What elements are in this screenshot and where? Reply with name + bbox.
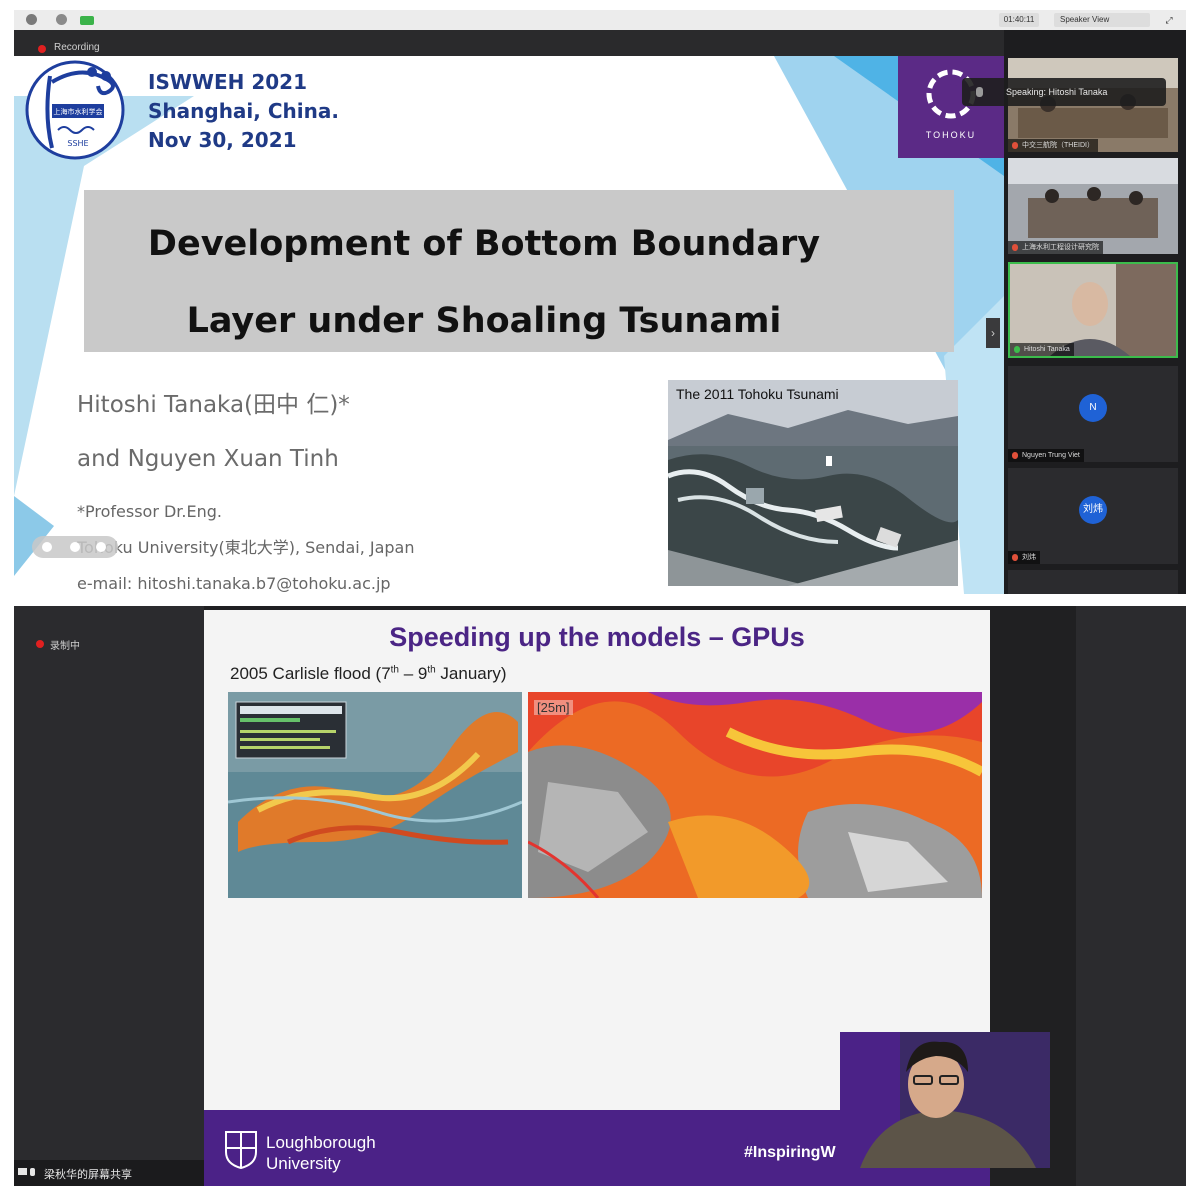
affiliation-email: e-mail: hitoshi.tanaka.b7@tohoku.ac.jp	[77, 574, 391, 593]
participant-tile[interactable]	[1008, 570, 1178, 594]
participant-tile-active-speaker[interactable]: Hitoshi Tanaka	[1008, 262, 1178, 358]
mic-muted-icon	[1012, 142, 1018, 149]
pointer-icon[interactable]	[70, 542, 80, 552]
conference-info: ISWWEH 2021 Shanghai, China. Nov 30, 202…	[148, 68, 339, 155]
mic-muted-icon	[1012, 244, 1018, 251]
participant-tile[interactable]: 上海水利工程设计研究院	[1008, 158, 1178, 254]
tohoku-logo-text: TOHOKU	[925, 130, 977, 140]
presenter-video	[840, 1032, 1050, 1168]
zoom-meeting-window: 01:40:11 Speaker View ⤢ Recording 上海市水利学…	[14, 10, 1186, 594]
mic-active-icon	[1014, 346, 1020, 353]
recording-icon	[38, 45, 46, 53]
right-margin	[1076, 606, 1186, 1186]
affiliation: *Professor Dr.Eng. Tohoku University(東北大…	[77, 494, 415, 594]
conference-location: Shanghai, China.	[148, 99, 339, 123]
recording-label: Recording	[54, 42, 100, 53]
pen-icon[interactable]	[42, 542, 52, 552]
participant-name: 刘炜	[1022, 554, 1036, 561]
speaking-text: Speaking: Hitoshi Tanaka	[1006, 87, 1108, 97]
left-margin	[14, 606, 204, 1186]
author-1: Hitoshi Tanaka(田中 仁)*	[77, 392, 350, 418]
share-status-icon	[18, 1168, 35, 1176]
conference-date: Nov 30, 2021	[148, 128, 297, 152]
tsunami-scene	[668, 380, 958, 586]
collapse-panel-icon[interactable]: ›	[986, 318, 1000, 348]
recording-icon	[36, 640, 44, 648]
participant-tile[interactable]: N Nguyen Trung Viet	[1008, 366, 1178, 462]
slide-title-line-2: Layer under Shoaling Tsunami	[186, 301, 782, 341]
shared-slide: 上海市水利学会 SSHE ISWWEH 2021 Shanghai, China…	[14, 56, 1004, 594]
participant-tile[interactable]: 刘炜 刘炜	[1008, 468, 1178, 564]
avatar: 刘炜	[1079, 496, 1107, 524]
slide-title: Speeding up the models – GPUs	[389, 622, 805, 652]
conference-name: ISWWEH 2021	[148, 70, 307, 94]
affiliation-title: *Professor Dr.Eng.	[77, 502, 222, 521]
view-mode-button[interactable]: Speaker View	[1054, 13, 1150, 27]
ssie-logo-abbr: SSHE	[67, 139, 88, 148]
photo-caption: The 2011 Tohoku Tsunami	[676, 386, 839, 402]
meeting-toolbar: 01:40:11 Speaker View ⤢	[14, 10, 1186, 30]
fullscreen-icon[interactable]: ⤢	[1162, 13, 1176, 27]
network-status-icon[interactable]	[80, 16, 94, 25]
meeting-timer: 01:40:11	[999, 13, 1039, 27]
slide-title-line-1: Development of Bottom Boundary	[147, 224, 821, 264]
university-name: Loughborough University	[266, 1133, 376, 1173]
participant-name: Hitoshi Tanaka	[1024, 346, 1070, 353]
security-icon[interactable]	[56, 14, 67, 25]
slide-title: Development of Bottom Boundary Layer und…	[84, 206, 884, 360]
presenter-video-feed	[840, 1032, 1050, 1168]
mic-muted-icon	[1012, 554, 1018, 561]
share-label: 梁秋华的屏幕共享	[44, 1169, 132, 1181]
flood-3d-map	[228, 692, 522, 898]
tencent-meeting-window: 录制中 Speeding up the models – GPUs 2005 C…	[14, 606, 1186, 1186]
authors: Hitoshi Tanaka(田中 仁)* and Nguyen Xuan Ti…	[77, 378, 350, 486]
tohoku-university-logo: TOHOKU	[898, 56, 1004, 158]
slide-controls[interactable]	[32, 536, 118, 558]
map-scale-label: [25m]	[534, 700, 573, 715]
screen-share-bar: 梁秋华的屏幕共享	[14, 1160, 204, 1186]
recording-strip	[14, 30, 1004, 56]
participant-name: 中交三航院（THEIDI）	[1022, 142, 1094, 149]
author-2: and Nguyen Xuan Tinh	[77, 446, 339, 472]
flood-depth-map-graphic	[528, 692, 982, 898]
recording-label: 录制中	[50, 641, 80, 652]
ssie-logo: 上海市水利学会 SSHE	[25, 60, 125, 160]
hashtag: #InspiringW	[744, 1144, 836, 1161]
tsunami-photo: The 2011 Tohoku Tsunami	[668, 380, 958, 586]
ssie-logo-text: 上海市水利学会	[54, 107, 103, 116]
university-crest-icon	[225, 1131, 257, 1170]
avatar: N	[1079, 394, 1107, 422]
video-feed	[1008, 158, 1178, 254]
mic-muted-icon	[1012, 452, 1018, 459]
speaking-indicator: Speaking: Hitoshi Tanaka	[962, 78, 1166, 106]
info-icon[interactable]	[26, 14, 37, 25]
slide-subtitle: 2005 Carlisle flood (7th – 9th January)	[230, 664, 507, 683]
participant-name: 上海水利工程设计研究院	[1022, 244, 1099, 251]
affiliation-university: Tohoku University(東北大学), Sendai, Japan	[77, 538, 415, 557]
flood-depth-map	[528, 692, 982, 898]
mic-icon	[976, 87, 983, 97]
flood-3d-map-graphic	[228, 692, 522, 898]
participant-name: Nguyen Trung Viet	[1022, 452, 1080, 459]
more-icon[interactable]	[96, 542, 106, 552]
